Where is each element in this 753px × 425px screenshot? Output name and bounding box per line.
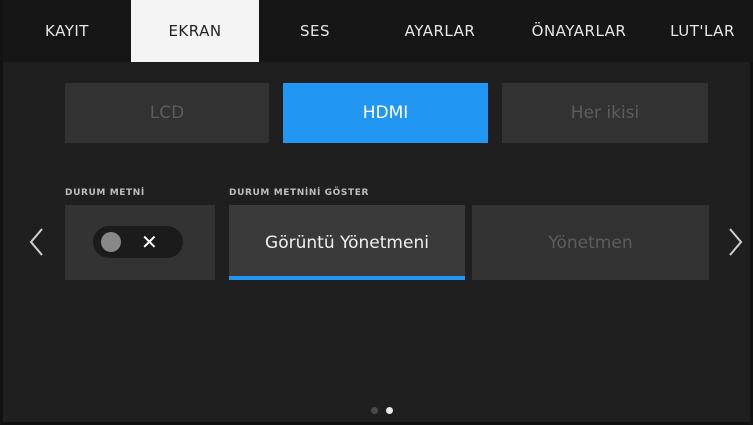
status-text-toggle[interactable]: ✕ (93, 226, 183, 258)
page-dot-2[interactable] (386, 407, 393, 414)
output-hdmi-button[interactable]: HDMI (283, 83, 488, 143)
tab-kayit[interactable]: KAYIT (3, 0, 131, 62)
page-indicator (371, 407, 393, 414)
chevron-right-icon[interactable] (725, 226, 745, 258)
output-lcd-button[interactable]: LCD (65, 83, 269, 143)
tab-lutlar[interactable]: LUT'LAR (649, 0, 753, 62)
status-text-tile: ✕ (65, 205, 215, 280)
status-text-label: DURUM METNİ (65, 188, 145, 198)
page-dot-1[interactable] (371, 407, 378, 414)
output-both-button[interactable]: Her ikisi (502, 83, 708, 143)
tab-ayarlar[interactable]: AYARLAR (371, 0, 509, 62)
option-director[interactable]: Yönetmen (472, 205, 709, 280)
show-status-text-label: DURUM METNİNİ GÖSTER (229, 188, 369, 198)
tab-ekran[interactable]: EKRAN (131, 0, 259, 62)
option-cinematographer[interactable]: Görüntü Yönetmeni (229, 205, 465, 280)
close-icon: ✕ (141, 230, 158, 254)
tab-onayarlar[interactable]: ÖNAYARLAR (509, 0, 649, 62)
toggle-knob (101, 232, 121, 252)
tab-bar: KAYIT EKRAN SES AYARLAR ÖNAYARLAR LUT'LA… (3, 0, 753, 62)
chevron-left-icon[interactable] (27, 226, 47, 258)
display-settings-screen: KAYIT EKRAN SES AYARLAR ÖNAYARLAR LUT'LA… (0, 0, 753, 425)
tab-ses[interactable]: SES (259, 0, 371, 62)
